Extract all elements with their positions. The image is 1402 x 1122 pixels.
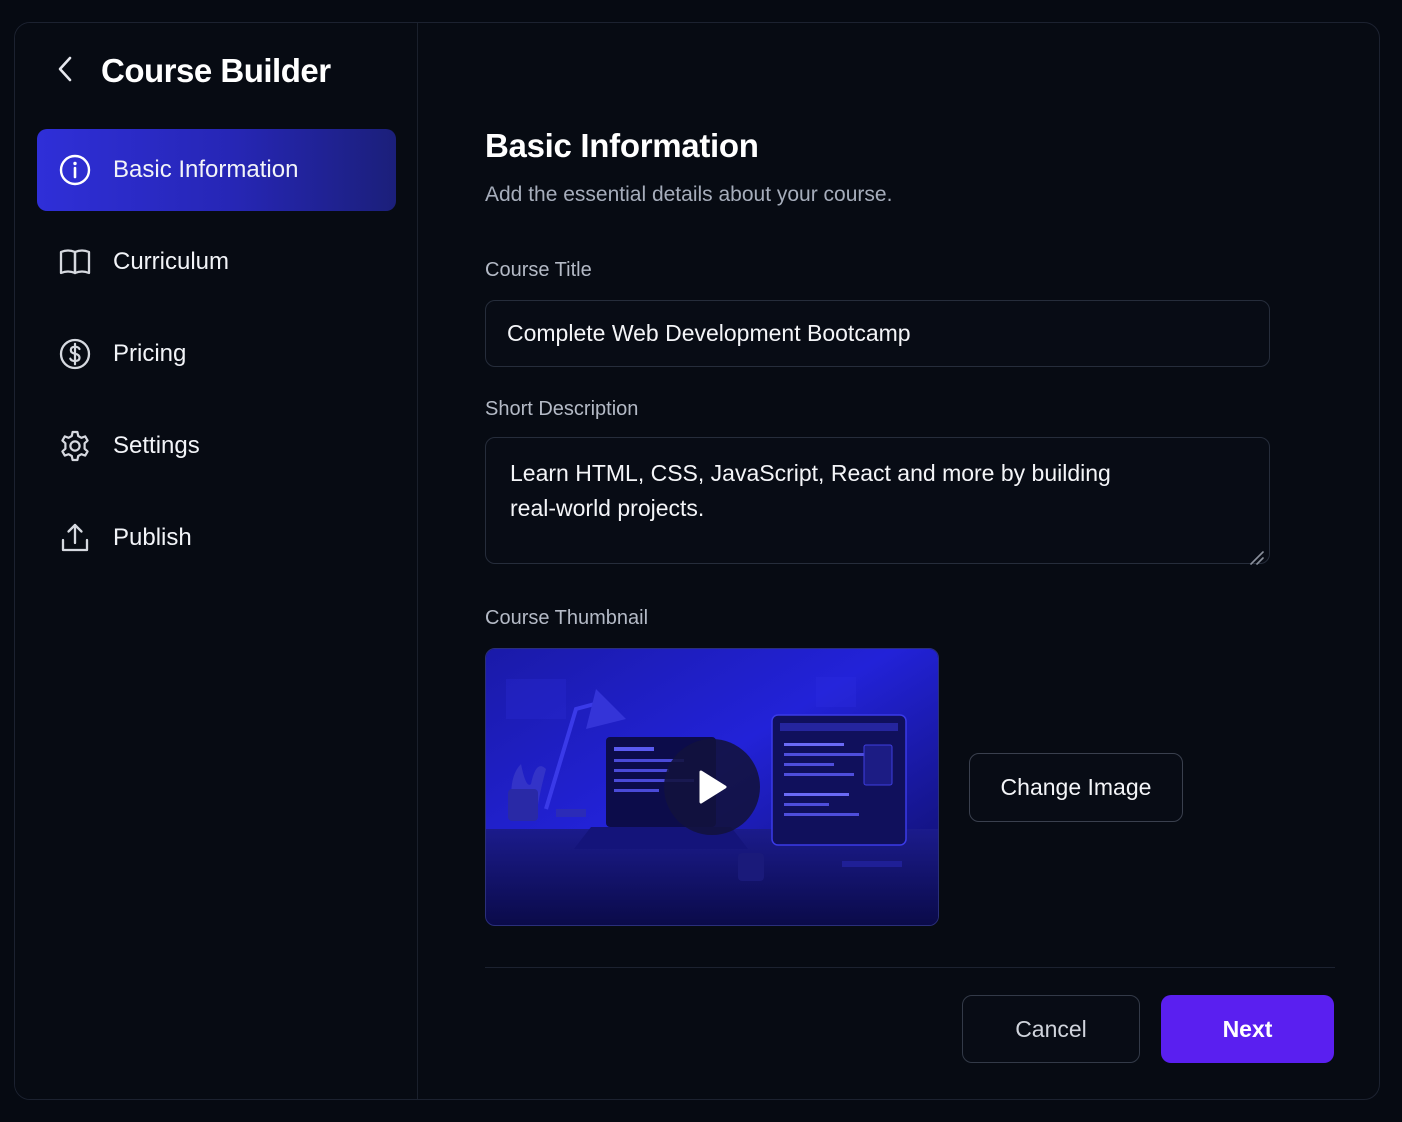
short-description-label: Short Description [485,398,639,420]
back-button[interactable] [57,51,81,91]
upload-icon [57,520,93,556]
page-subtitle: Add the essential details about your cou… [485,183,893,206]
course-thumbnail-image [485,648,939,926]
info-icon [57,152,93,188]
app-title: Course Builder [101,52,331,89]
play-icon [695,768,729,806]
course-title-label: Course Title [485,259,592,281]
next-button[interactable]: Next [1161,995,1334,1063]
sidebar-item-publish[interactable]: Publish [37,497,396,579]
sidebar-item-pricing[interactable]: Pricing [37,313,396,395]
short-description-textarea[interactable]: Learn HTML, CSS, JavaScript, React and m… [485,437,1270,565]
sidebar-item-basic-information[interactable]: Basic Information [37,129,396,211]
book-icon [57,244,93,280]
play-button[interactable] [664,739,760,835]
dollar-circle-icon [57,336,93,372]
sidebar-header: Course Builder [57,51,331,91]
course-title-value: Complete Web Development Bootcamp [507,320,911,346]
resize-handle-icon[interactable] [1247,541,1265,565]
change-image-button[interactable]: Change Image [969,753,1183,822]
sidebar-item-label: Settings [113,432,200,459]
footer-divider [485,967,1335,968]
main-panel: Basic Information Add the essential deta… [419,23,1379,1099]
sidebar-item-label: Pricing [113,340,187,367]
course-title-input[interactable]: Complete Web Development Bootcamp [485,300,1270,367]
gear-icon [57,428,93,464]
sidebar-item-curriculum[interactable]: Curriculum [37,221,396,303]
cancel-button[interactable]: Cancel [962,995,1140,1063]
short-description-value: Learn HTML, CSS, JavaScript, React and m… [510,460,1111,521]
sidebar-item-label: Basic Information [113,156,299,183]
sidebar-item-label: Curriculum [113,248,230,275]
course-thumbnail-label: Course Thumbnail [485,607,649,629]
sidebar-nav: Basic Information Curriculum Pricing Set… [37,129,396,589]
chevron-left-icon [57,55,73,88]
sidebar-item-label: Publish [113,524,192,551]
sidebar: Course Builder Basic Information Curricu… [15,23,418,1099]
page-title: Basic Information [485,127,759,164]
sidebar-item-settings[interactable]: Settings [37,405,396,487]
app-window: Course Builder Basic Information Curricu… [14,22,1380,1100]
